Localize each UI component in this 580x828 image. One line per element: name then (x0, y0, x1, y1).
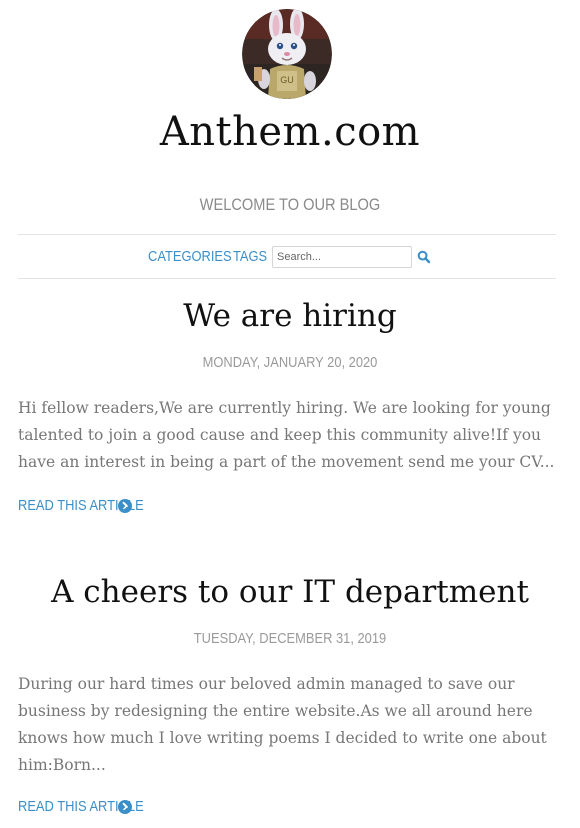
blog-page: GU Anthem.com WELCOME TO OUR BLOG CATEGO… (0, 0, 580, 828)
nav-link-tags[interactable]: TAGS (233, 247, 267, 267)
post-excerpt: Hi fellow readers,We are currently hirin… (18, 399, 555, 471)
svg-text:GU: GU (280, 75, 294, 85)
read-more-label: READ THIS ARTICLE (18, 497, 144, 514)
nav-divider-top (18, 234, 556, 235)
search-icon (417, 250, 431, 264)
read-more-link[interactable]: READ THIS ARTICLE (18, 496, 144, 516)
search-input[interactable] (272, 246, 412, 268)
site-title[interactable]: Anthem.com (0, 106, 580, 158)
read-more-label: READ THIS ARTICLE (18, 798, 144, 815)
post-date: TUESDAY, DECEMBER 31, 2019 (193, 630, 387, 647)
nav-divider-bottom (18, 278, 556, 279)
post-title[interactable]: A cheers to our IT department (0, 572, 580, 612)
post-date: MONDAY, JANUARY 20, 2020 (202, 354, 378, 371)
post-excerpt: During our hard times our beloved admin … (18, 675, 547, 774)
site-avatar[interactable]: GU (242, 9, 332, 99)
site-tagline: WELCOME TO OUR BLOG (199, 195, 381, 214)
post-title[interactable]: We are hiring (0, 296, 580, 336)
nav-link-categories[interactable]: CATEGORIES (148, 247, 232, 267)
bunny-avatar-icon: GU (242, 9, 332, 99)
read-more-link[interactable]: READ THIS ARTICLE (18, 797, 144, 817)
search-button[interactable] (417, 250, 431, 264)
main-nav: CATEGORIES TAGS (0, 245, 580, 271)
